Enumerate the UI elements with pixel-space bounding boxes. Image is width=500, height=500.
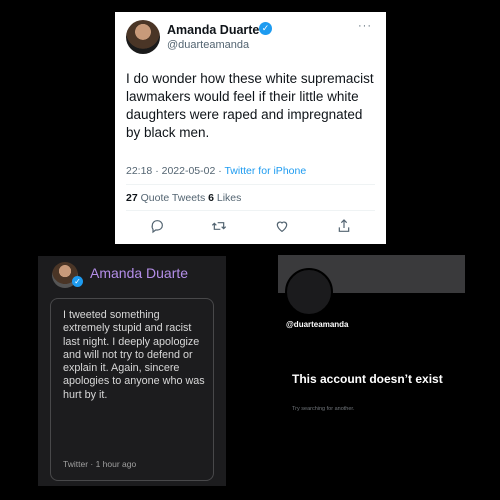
- tweet-source-link[interactable]: Twitter for iPhone: [224, 165, 306, 177]
- tweet-text: I do wonder how these white supremacist …: [126, 71, 374, 140]
- verified-badge-icon: ✓: [72, 276, 83, 287]
- like-icon[interactable]: [274, 218, 290, 234]
- account-not-found-subtitle: Try searching for another.: [292, 406, 355, 412]
- tweet-card: Amanda Duarte ✓ @duarteamanda ··· I do w…: [115, 12, 386, 244]
- like-label[interactable]: Likes: [214, 192, 242, 204]
- divider: [126, 210, 375, 211]
- timestamp[interactable]: 22:18 · 2022-05-02 ·: [126, 165, 224, 177]
- reply-icon[interactable]: [149, 218, 165, 234]
- handle[interactable]: @duarteamanda: [167, 39, 249, 51]
- divider: [126, 184, 375, 185]
- more-options-icon[interactable]: ···: [358, 20, 372, 32]
- verified-badge-icon: ✓: [259, 22, 272, 35]
- avatar: [285, 268, 333, 316]
- tweet-footer: Twitter · 1 hour ago: [63, 459, 137, 469]
- tweet-bubble: I tweeted something extremely stupid and…: [50, 298, 214, 481]
- action-bar: [126, 218, 375, 234]
- display-name[interactable]: Amanda Duarte: [90, 265, 188, 281]
- display-name[interactable]: Amanda Duarte: [167, 23, 259, 37]
- retweet-icon[interactable]: [211, 218, 227, 234]
- quote-count[interactable]: 27: [126, 192, 138, 204]
- tweet-metadata: 22:18 · 2022-05-02 · Twitter for iPhone: [126, 165, 306, 177]
- quote-label[interactable]: Quote Tweets: [138, 192, 208, 204]
- apology-text: I tweeted something extremely stupid and…: [63, 309, 205, 401]
- avatar[interactable]: [126, 20, 160, 54]
- profile-handle: @duarteamanda: [286, 320, 349, 329]
- account-not-found-title: This account doesn’t exist: [292, 372, 443, 386]
- tweet-stats: 27 Quote Tweets 6 Likes: [126, 192, 241, 204]
- apology-card: ✓ Amanda Duarte I tweeted something extr…: [38, 256, 226, 486]
- share-icon[interactable]: [336, 218, 352, 234]
